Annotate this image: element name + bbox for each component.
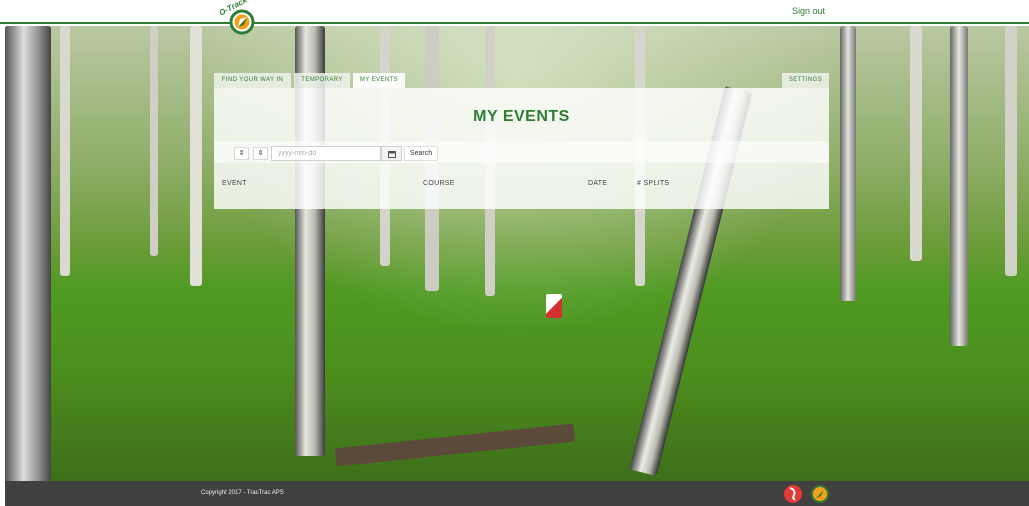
compass-logo-icon: [229, 9, 255, 35]
tractrac-logo-icon[interactable]: [783, 484, 803, 504]
column-header-splits[interactable]: # SPLITS: [637, 180, 669, 187]
copyright-text: Copyright 2017 - TracTrac APS: [201, 490, 284, 496]
tab-my-events[interactable]: MY EVENTS: [353, 73, 405, 88]
page-title: MY EVENTS: [473, 108, 570, 125]
column-header-course[interactable]: COURSE: [423, 180, 455, 187]
otrack-logo[interactable]: O-Track: [218, 0, 258, 36]
date-input[interactable]: [271, 146, 381, 161]
calendar-icon: [387, 151, 396, 158]
calendar-button[interactable]: [381, 146, 402, 161]
tab-find-your-way-in[interactable]: FIND YOUR WAY IN: [214, 73, 291, 88]
otrack-small-logo-icon[interactable]: [810, 484, 830, 504]
column-header-event[interactable]: EVENT: [222, 180, 247, 187]
search-button[interactable]: Search: [404, 146, 438, 161]
top-bar: Sign out: [0, 0, 1029, 24]
sort-stepper-1[interactable]: ⇕: [234, 147, 249, 160]
sort-stepper-2[interactable]: ⇕: [253, 147, 268, 160]
control-flag-icon: [546, 294, 562, 318]
tab-temporary[interactable]: TEMPORARY: [294, 73, 350, 88]
tab-settings[interactable]: SETTINGS: [782, 73, 829, 88]
column-header-date[interactable]: DATE: [588, 180, 607, 187]
signout-link[interactable]: Sign out: [792, 6, 825, 16]
search-bar: ⇕ ⇕ Search: [214, 141, 829, 163]
my-events-panel: MY EVENTS ⇕ ⇕ Search EVENT COURSE DATE #…: [214, 88, 829, 209]
footer: Copyright 2017 - TracTrac APS: [5, 481, 1029, 506]
